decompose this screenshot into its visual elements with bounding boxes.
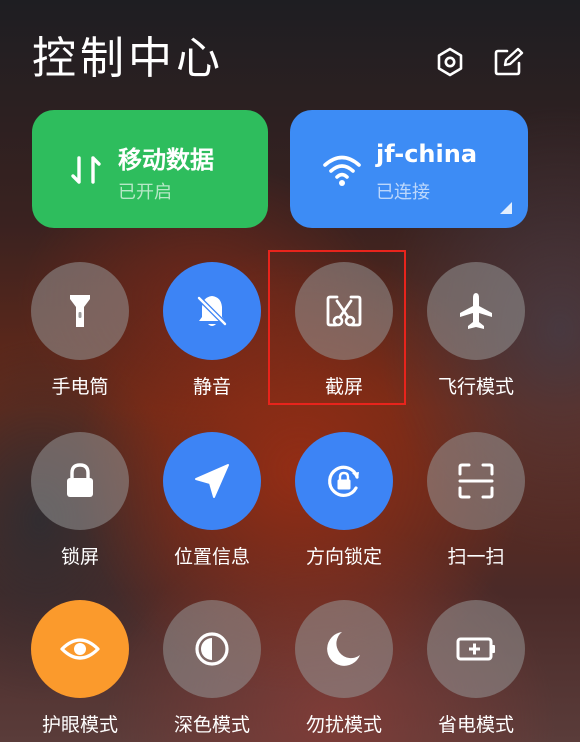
scan-label: 扫一扫 bbox=[447, 546, 505, 568]
lock-icon bbox=[67, 463, 93, 497]
tile-do-not-disturb[interactable]: 勿扰模式 bbox=[284, 600, 404, 742]
page-title: 控制中心 bbox=[32, 33, 224, 84]
airplane-toggle[interactable] bbox=[427, 262, 525, 360]
rotation-lock-icon bbox=[328, 465, 359, 497]
location-arrow-icon bbox=[195, 464, 229, 498]
tile-location[interactable]: 位置信息 bbox=[152, 432, 272, 582]
mute-label: 静音 bbox=[192, 376, 231, 398]
rotation-lock-label: 方向锁定 bbox=[305, 546, 382, 568]
tile-battery-saver[interactable]: 省电模式 bbox=[416, 600, 536, 742]
hexagon-settings-icon[interactable] bbox=[434, 46, 466, 78]
airplane-icon bbox=[460, 293, 492, 329]
flashlight-label: 手电筒 bbox=[51, 376, 109, 398]
battery-plus-icon bbox=[456, 637, 495, 661]
battery-saver-label: 省电模式 bbox=[437, 714, 514, 736]
lock-screen-toggle[interactable] bbox=[31, 432, 129, 530]
flashlight-icon bbox=[70, 295, 90, 327]
flashlight-toggle[interactable] bbox=[31, 262, 129, 360]
expand-corner-icon[interactable] bbox=[500, 202, 512, 214]
tile-rotation-lock[interactable]: 方向锁定 bbox=[284, 432, 404, 582]
mobile-data-title: 移动数据 bbox=[118, 146, 214, 174]
data-arrows-icon bbox=[66, 150, 106, 190]
wifi-status: 已连接 bbox=[376, 182, 430, 203]
location-toggle[interactable] bbox=[163, 432, 261, 530]
eye-care-label: 护眼模式 bbox=[41, 714, 118, 736]
tile-dark-mode[interactable]: 深色模式 bbox=[152, 600, 272, 742]
wifi-title: jf-china bbox=[376, 140, 478, 168]
tile-flashlight[interactable]: 手电筒 bbox=[20, 262, 140, 412]
tile-mute[interactable]: 静音 bbox=[152, 262, 272, 412]
tile-scan[interactable]: 扫一扫 bbox=[416, 432, 536, 582]
airplane-label: 飞行模式 bbox=[437, 376, 514, 398]
location-label: 位置信息 bbox=[173, 546, 250, 568]
contrast-icon bbox=[195, 632, 229, 666]
mute-toggle[interactable] bbox=[163, 262, 261, 360]
eye-care-toggle[interactable] bbox=[31, 600, 129, 698]
rotation-lock-toggle[interactable] bbox=[295, 432, 393, 530]
wifi-card[interactable]: jf-china 已连接 bbox=[290, 110, 528, 228]
mobile-data-card[interactable]: 移动数据 已开启 bbox=[32, 110, 268, 228]
tile-airplane[interactable]: 飞行模式 bbox=[416, 262, 536, 412]
tile-eye-care[interactable]: 护眼模式 bbox=[20, 600, 140, 742]
dark-mode-toggle[interactable] bbox=[163, 600, 261, 698]
scan-toggle[interactable] bbox=[427, 432, 525, 530]
dark-mode-label: 深色模式 bbox=[173, 714, 250, 736]
bell-off-icon bbox=[197, 296, 227, 326]
eye-icon bbox=[60, 638, 100, 660]
moon-icon bbox=[327, 632, 360, 666]
do-not-disturb-label: 勿扰模式 bbox=[305, 714, 382, 736]
mobile-data-status: 已开启 bbox=[118, 182, 172, 203]
wifi-icon bbox=[322, 150, 362, 190]
tile-lock-screen[interactable]: 锁屏 bbox=[20, 432, 140, 582]
battery-saver-toggle[interactable] bbox=[427, 600, 525, 698]
scan-icon bbox=[458, 463, 494, 499]
edit-icon[interactable] bbox=[492, 46, 524, 78]
lock-screen-label: 锁屏 bbox=[60, 546, 99, 568]
do-not-disturb-toggle[interactable] bbox=[295, 600, 393, 698]
screenshot-highlight-box bbox=[268, 250, 406, 405]
